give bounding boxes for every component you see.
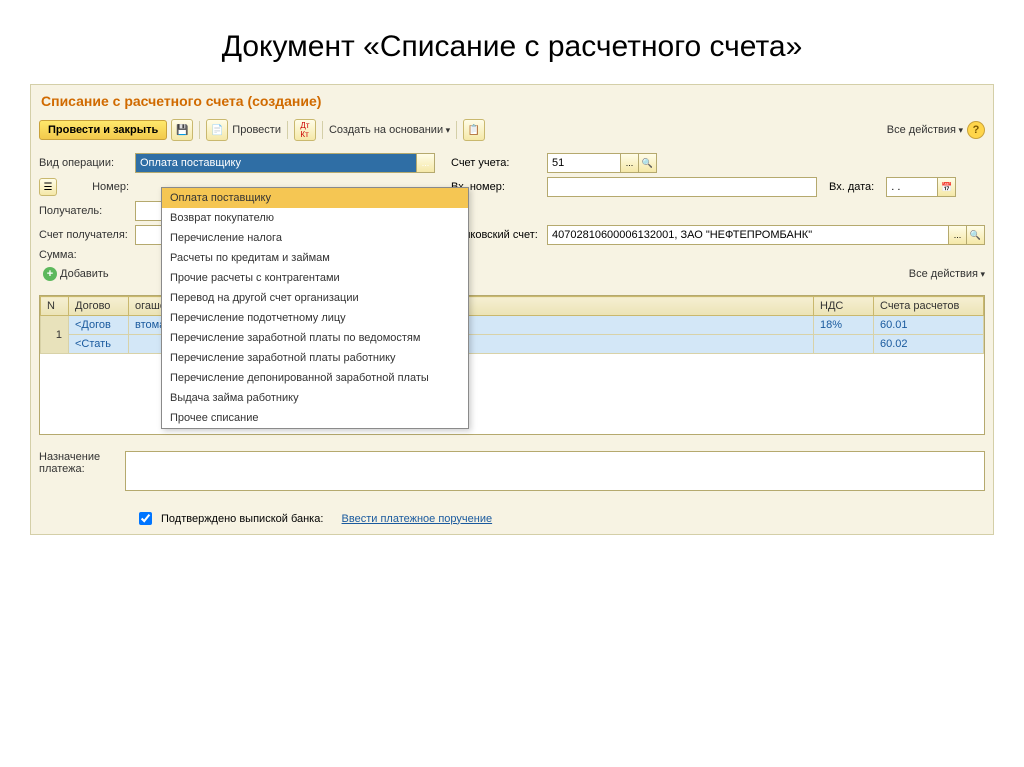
add-label: Добавить (60, 268, 109, 280)
dropdown-item[interactable]: Прочее списание (162, 408, 468, 428)
dropdown-toggle-icon[interactable]: ... (416, 154, 434, 172)
dropdown-item[interactable]: Перечисление заработной платы по ведомос… (162, 328, 468, 348)
cell-vat[interactable]: 18% (814, 316, 874, 335)
page-heading: Документ «Списание с расчетного счета» (0, 0, 1024, 84)
post-and-close-button[interactable]: Провести и закрыть (39, 120, 167, 140)
report-icon[interactable]: 📋 (463, 119, 485, 141)
separator (287, 121, 288, 139)
search-icon[interactable]: 🔍 (638, 154, 656, 172)
select-icon[interactable]: ... (620, 154, 638, 172)
dropdown-item[interactable]: Перечисление заработной платы работнику (162, 348, 468, 368)
col-accounts[interactable]: Счета расчетов (874, 297, 984, 316)
cell-contract[interactable]: <Догов (69, 316, 129, 335)
cell-empty[interactable] (814, 335, 874, 354)
dropdown-item[interactable]: Перечисление депонированной заработной п… (162, 368, 468, 388)
dropdown-item[interactable]: Перечисление подотчетному лицу (162, 308, 468, 328)
recipient-account-label: Счет получателя: (39, 229, 129, 241)
separator (456, 121, 457, 139)
dropdown-item[interactable]: Расчеты по кредитам и займам (162, 248, 468, 268)
in-date-input[interactable]: . . 📅 (886, 177, 956, 197)
account-label: Счет учета: (441, 157, 541, 169)
main-toolbar: Провести и закрыть 💾 📄 Провести ДтКт Соз… (31, 115, 993, 145)
dropdown-item[interactable]: Перечисление налога (162, 228, 468, 248)
col-vat[interactable]: НДС (814, 297, 874, 316)
cell-n: 1 (41, 316, 69, 354)
confirmed-checkbox[interactable] (139, 512, 152, 525)
bottom-area: Назначение платежа: (31, 439, 993, 503)
enter-payment-link[interactable]: Ввести платежное поручение (342, 513, 493, 525)
help-icon[interactable]: ? (967, 121, 985, 139)
dropdown-item[interactable]: Прочие расчеты с контрагентами (162, 268, 468, 288)
dropdown-item[interactable]: Перевод на другой счет организации (162, 288, 468, 308)
operation-type-value: Оплата поставщику (140, 157, 241, 169)
add-button[interactable]: + Добавить (39, 265, 113, 283)
dtkt-icon[interactable]: ДтКт (294, 119, 316, 141)
operation-type-dropdown[interactable]: Оплата поставщику Возврат покупателю Пер… (161, 187, 469, 429)
lines-icon[interactable]: ☰ (39, 178, 57, 196)
create-from-button[interactable]: Создать на основании (329, 124, 450, 136)
confirmed-label: Подтверждено выпиской банка: (161, 513, 323, 525)
cell-account2[interactable]: 60.02 (874, 335, 984, 354)
plus-icon: + (43, 267, 57, 281)
cell-account[interactable]: 60.01 (874, 316, 984, 335)
number-label: Номер: (63, 181, 129, 193)
dropdown-item[interactable]: Оплата поставщику (162, 188, 468, 208)
all-actions-button[interactable]: Все действия (887, 124, 963, 136)
account-input[interactable]: 51 ... 🔍 (547, 153, 657, 173)
cell-item[interactable]: <Стать (69, 335, 129, 354)
purpose-label: Назначение платежа: (39, 451, 119, 475)
post-icon[interactable]: 📄 (206, 119, 228, 141)
app-window: Списание с расчетного счета (создание) П… (30, 84, 994, 535)
in-date-value: . . (891, 181, 900, 193)
window-title: Списание с расчетного счета (создание) (31, 85, 993, 115)
operation-type-input[interactable]: Оплата поставщику ... (135, 153, 435, 173)
operation-type-label: Вид операции: (39, 157, 129, 169)
calendar-icon[interactable]: 📅 (937, 178, 955, 196)
amount-label: Сумма: (39, 249, 129, 261)
bank-account-value: 40702810600006132001, ЗАО "НЕФТЕПРОМБАНК… (552, 229, 812, 241)
table-all-actions-button[interactable]: Все действия (909, 268, 985, 280)
in-date-label: Вх. дата: (823, 181, 880, 193)
purpose-memo[interactable] (125, 451, 985, 491)
dropdown-item[interactable]: Выдача займа работнику (162, 388, 468, 408)
post-button[interactable]: Провести (232, 124, 281, 136)
recipient-label: Получатель: (39, 205, 129, 217)
confirm-row: Подтверждено выпиской банка: Ввести плат… (31, 503, 993, 534)
separator (322, 121, 323, 139)
search-icon[interactable]: 🔍 (966, 226, 984, 244)
col-contract[interactable]: Догово (69, 297, 129, 316)
save-icon[interactable]: 💾 (171, 119, 193, 141)
dropdown-item[interactable]: Возврат покупателю (162, 208, 468, 228)
select-icon[interactable]: ... (948, 226, 966, 244)
in-number-input[interactable] (547, 177, 817, 197)
bank-account-input[interactable]: 40702810600006132001, ЗАО "НЕФТЕПРОМБАНК… (547, 225, 985, 245)
separator (199, 121, 200, 139)
account-value: 51 (552, 157, 564, 169)
col-n[interactable]: N (41, 297, 69, 316)
